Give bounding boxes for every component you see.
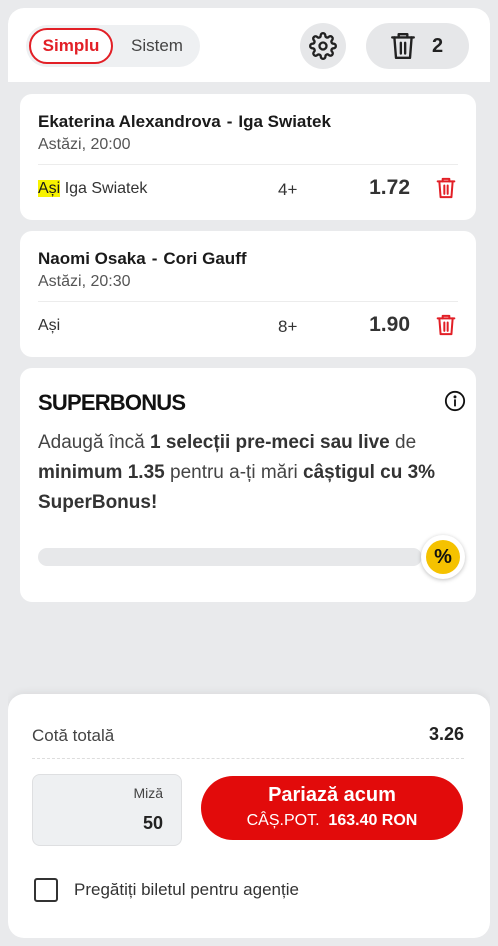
clear-betslip-button[interactable]: 2 (366, 23, 469, 69)
divider (38, 164, 458, 165)
superbonus-message: Adaugă încă 1 selecții pre-meci sau live… (38, 428, 458, 518)
tab-simplu[interactable]: Simplu (29, 28, 113, 64)
selection-odd: 1.72 (369, 176, 410, 199)
percent-symbol: % (426, 540, 460, 574)
percent-badge-icon: % (421, 535, 465, 579)
selection-line: 4+ (278, 180, 298, 199)
match-time: Astăzi, 20:30 (38, 273, 131, 290)
total-odds-value: 3.26 (428, 724, 464, 744)
market-name: Ași (38, 180, 61, 197)
agency-label: Pregătiți biletul pentru agenție (74, 880, 299, 899)
superbonus-title: SUPERBONUS (38, 390, 186, 415)
bet-mode-toggle: Simplu Sistem (26, 25, 200, 67)
info-button[interactable] (444, 390, 466, 417)
potential-win-value: 163.40 RON (328, 812, 418, 829)
home-player: Ekaterina Alexandrova (38, 112, 221, 131)
betslip-header: Simplu Sistem 2 (8, 8, 490, 82)
match-time: Astăzi, 20:00 (38, 136, 131, 153)
market-name: Ași (38, 317, 61, 334)
settings-button[interactable] (300, 23, 346, 69)
away-player: Iga Swiatek (238, 112, 331, 131)
stake-value[interactable]: 50 (143, 813, 163, 834)
divider (32, 758, 464, 759)
stake-input[interactable]: Miză 50 (32, 774, 182, 846)
match-title: Naomi Osaka - Cori Gauff (38, 249, 247, 269)
agency-checkbox[interactable] (34, 878, 58, 902)
betslip-footer: Cotă totală 3.26 Miză 50 Pariază acum CÂ… (8, 694, 490, 938)
stake-label: Miză (133, 785, 163, 801)
selection-player: Iga Swiatek (64, 180, 148, 197)
home-player: Naomi Osaka (38, 249, 146, 268)
message-emphasis: minimum 1.35 (38, 462, 165, 483)
selection-card: Ekaterina Alexandrova - Iga Swiatek Astăzi… (20, 94, 476, 220)
potential-win: CÂȘ.POT. 163.40 RON (201, 812, 463, 830)
message-part: de (389, 432, 417, 453)
trash-icon (436, 314, 456, 336)
selection-count: 2 (432, 35, 444, 57)
selection-name: Ași (38, 317, 60, 335)
divider (38, 301, 458, 302)
total-odds-label: Cotă totală (32, 726, 115, 745)
trash-icon (391, 32, 415, 60)
info-icon (444, 390, 466, 412)
selection-name: Ași Iga Swiatek (38, 180, 147, 198)
match-separator: - (226, 112, 233, 131)
superbonus-progress-bar (38, 548, 422, 566)
match-separator: - (151, 249, 158, 268)
selection-card: Naomi Osaka - Cori Gauff Astăzi, 20:30 Ași… (20, 231, 476, 357)
tab-sistem[interactable]: Sistem (118, 28, 196, 64)
message-part: pentru a-ți mări (164, 462, 304, 483)
gear-icon (309, 32, 337, 60)
agency-option[interactable]: Pregătiți biletul pentru agenție (34, 878, 299, 902)
remove-selection-button[interactable] (436, 177, 456, 204)
selection-odd: 1.90 (369, 313, 410, 336)
superbonus-card: SUPERBONUS Adaugă încă 1 selecții pre-me… (20, 368, 476, 602)
message-part: Adaugă încă (38, 432, 150, 453)
betslip: Simplu Sistem 2 Ekaterina Alexandrova - Ig… (8, 8, 490, 938)
trash-icon (436, 177, 456, 199)
potential-win-label: CÂȘ.POT. (246, 812, 320, 829)
place-bet-button[interactable]: Pariază acum CÂȘ.POT. 163.40 RON (201, 776, 463, 840)
message-emphasis: 1 selecții pre-meci sau live (149, 432, 390, 453)
away-player: Cori Gauff (163, 249, 247, 268)
selection-line: 8+ (278, 317, 298, 336)
remove-selection-button[interactable] (436, 314, 456, 341)
place-bet-label: Pariază acum (268, 784, 396, 806)
match-title: Ekaterina Alexandrova - Iga Swiatek (38, 112, 331, 132)
